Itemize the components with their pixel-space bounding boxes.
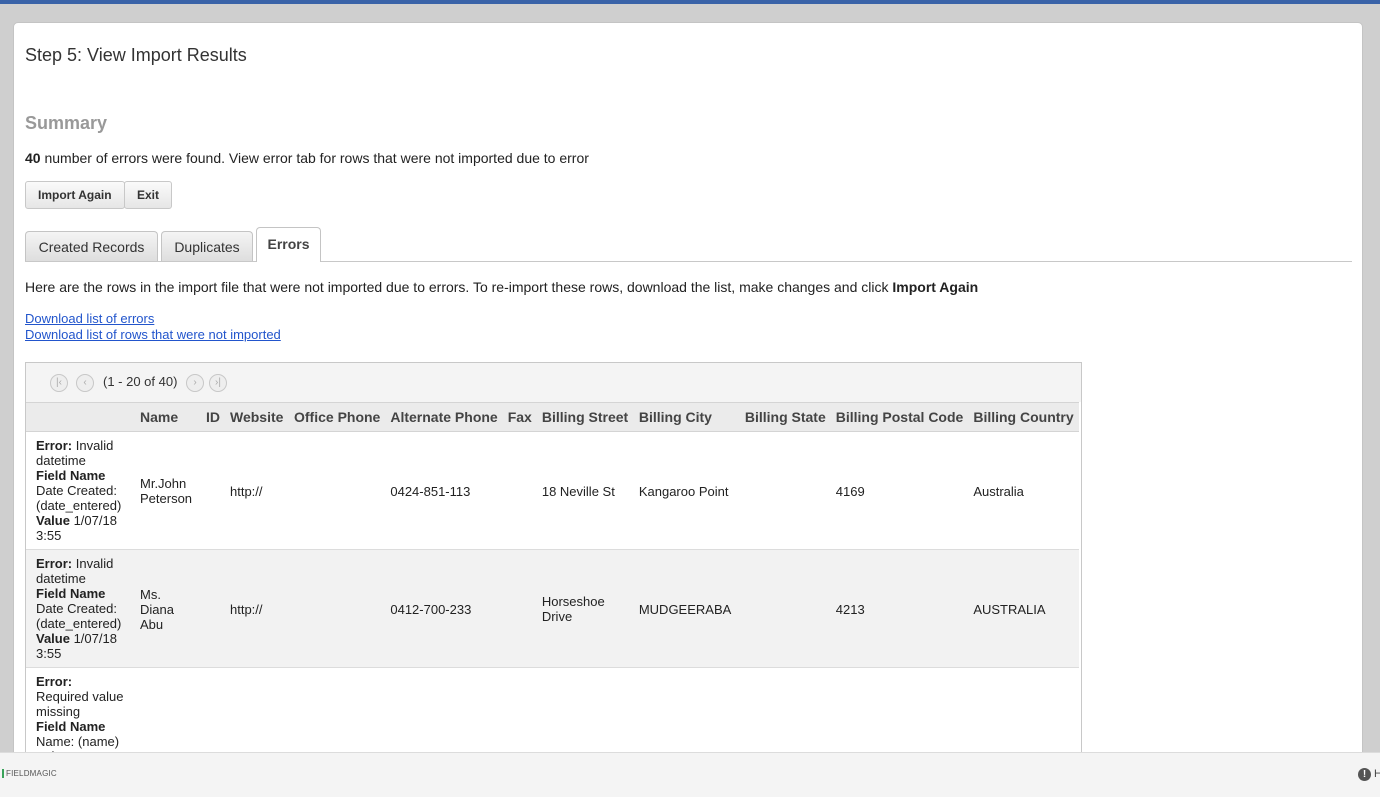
column-header-billing-state[interactable]: Billing State	[739, 402, 831, 432]
footer-bar: FIELDMAGIC ! H	[0, 752, 1380, 797]
office-phone-cell	[289, 431, 386, 550]
fax-cell	[502, 549, 537, 668]
column-header-billing-country[interactable]: Billing Country	[968, 402, 1079, 432]
next-page-icon[interactable]: ›	[186, 374, 204, 392]
tab-duplicates[interactable]: Duplicates	[161, 231, 253, 261]
table-row[interactable]: Error: Required value missing Field Name N…	[26, 667, 1079, 763]
download-rows-link[interactable]: Download list of rows that were not impo…	[25, 327, 281, 342]
import-again-button[interactable]: Import Again	[25, 181, 125, 209]
id-cell	[201, 431, 225, 550]
name-cell: Ms. Diana Abu	[135, 549, 201, 668]
billing-postal-code-cell: 4169	[830, 431, 969, 550]
column-header-id[interactable]: ID	[201, 402, 225, 432]
summary-text: number of errors were found. View error …	[40, 150, 589, 166]
download-errors-link[interactable]: Download list of errors	[25, 311, 154, 326]
alternate-phone-cell: 0424-851-113	[385, 431, 503, 550]
billing-street-cell: Horseshoe Drive	[536, 549, 634, 668]
name-cell: Mr.John Peterson	[135, 431, 201, 550]
summary-heading: Summary	[25, 113, 108, 133]
office-phone-cell	[289, 549, 386, 668]
billing-street-cell	[536, 667, 634, 763]
table-row[interactable]: Error: Invalid datetime Field Name Date Cr…	[26, 549, 1079, 668]
tab-errors[interactable]: Errors	[256, 227, 321, 262]
billing-country-cell: Australia	[968, 431, 1079, 550]
fax-cell	[502, 431, 537, 550]
billing-postal-code-cell: 4213	[830, 549, 969, 668]
alternate-phone-cell	[385, 667, 503, 763]
billing-country-cell: AUSTRALIA	[968, 549, 1079, 668]
website-cell	[225, 667, 289, 763]
table-row[interactable]: Error: Invalid datetime Field Name Date Cr…	[26, 431, 1079, 550]
results-tabs: Created Records Duplicates Errors	[25, 227, 1352, 262]
billing-country-cell	[968, 667, 1079, 763]
website-cell: http://	[225, 549, 289, 668]
errors-grid: |‹ ‹ (1 - 20 of 40) › ›| Name ID Website…	[25, 362, 1082, 763]
column-header-fax[interactable]: Fax	[502, 402, 537, 432]
pager-range: (1 - 20 of 40)	[103, 374, 178, 389]
table-header-row: Name ID Website Office Phone Alternate P…	[26, 402, 1079, 432]
billing-state-cell	[739, 667, 831, 763]
column-header-error	[26, 402, 135, 432]
import-results-panel: Step 5: View Import Results Summary 40 n…	[13, 22, 1363, 764]
fax-cell	[502, 667, 537, 763]
column-header-office-phone[interactable]: Office Phone	[289, 402, 386, 432]
errors-description-text: Here are the rows in the import file tha…	[25, 279, 893, 295]
billing-state-cell	[739, 431, 831, 550]
column-header-billing-city[interactable]: Billing City	[633, 402, 740, 432]
help-icon[interactable]: !	[1358, 768, 1371, 781]
summary-message: 40 number of errors were found. View err…	[25, 150, 589, 166]
billing-city-cell: MUDGEERABA	[633, 549, 740, 668]
column-header-billing-postal-code[interactable]: Billing Postal Code	[830, 402, 969, 432]
billing-street-cell: 18 Neville St	[536, 431, 634, 550]
website-cell: http://	[225, 431, 289, 550]
name-cell	[135, 667, 201, 763]
tab-created-records[interactable]: Created Records	[25, 231, 158, 261]
column-header-billing-street[interactable]: Billing Street	[536, 402, 634, 432]
column-header-name[interactable]: Name	[135, 402, 201, 432]
column-header-website[interactable]: Website	[225, 402, 289, 432]
page-title: Step 5: View Import Results	[25, 45, 247, 65]
fieldmagic-logo[interactable]: FIELDMAGIC	[2, 769, 57, 778]
billing-city-cell	[633, 667, 740, 763]
error-count: 40	[25, 150, 41, 166]
errors-table: Name ID Website Office Phone Alternate P…	[26, 402, 1079, 763]
billing-postal-code-cell	[830, 667, 969, 763]
help-label[interactable]: H	[1374, 768, 1380, 780]
prev-page-icon[interactable]: ‹	[76, 374, 94, 392]
exit-button[interactable]: Exit	[124, 181, 173, 209]
error-cell: Error: Invalid datetime Field Name Date Cr…	[26, 549, 135, 668]
office-phone-cell	[289, 667, 386, 763]
pager: |‹ ‹ (1 - 20 of 40) › ›|	[26, 363, 1081, 402]
error-cell: Error: Invalid datetime Field Name Date Cr…	[26, 431, 135, 550]
column-header-alternate-phone[interactable]: Alternate Phone	[385, 402, 503, 432]
billing-state-cell	[739, 549, 831, 668]
error-cell: Error: Required value missing Field Name N…	[26, 667, 135, 763]
id-cell	[201, 549, 225, 668]
id-cell	[201, 667, 225, 763]
errors-description-bold: Import Again	[892, 279, 979, 295]
first-page-icon[interactable]: |‹	[50, 374, 68, 392]
top-accent-bar	[0, 0, 1380, 4]
alternate-phone-cell: 0412-700-233	[385, 549, 503, 668]
errors-description: Here are the rows in the import file tha…	[25, 279, 978, 295]
billing-city-cell: Kangaroo Point	[633, 431, 740, 550]
last-page-icon[interactable]: ›|	[209, 374, 227, 392]
